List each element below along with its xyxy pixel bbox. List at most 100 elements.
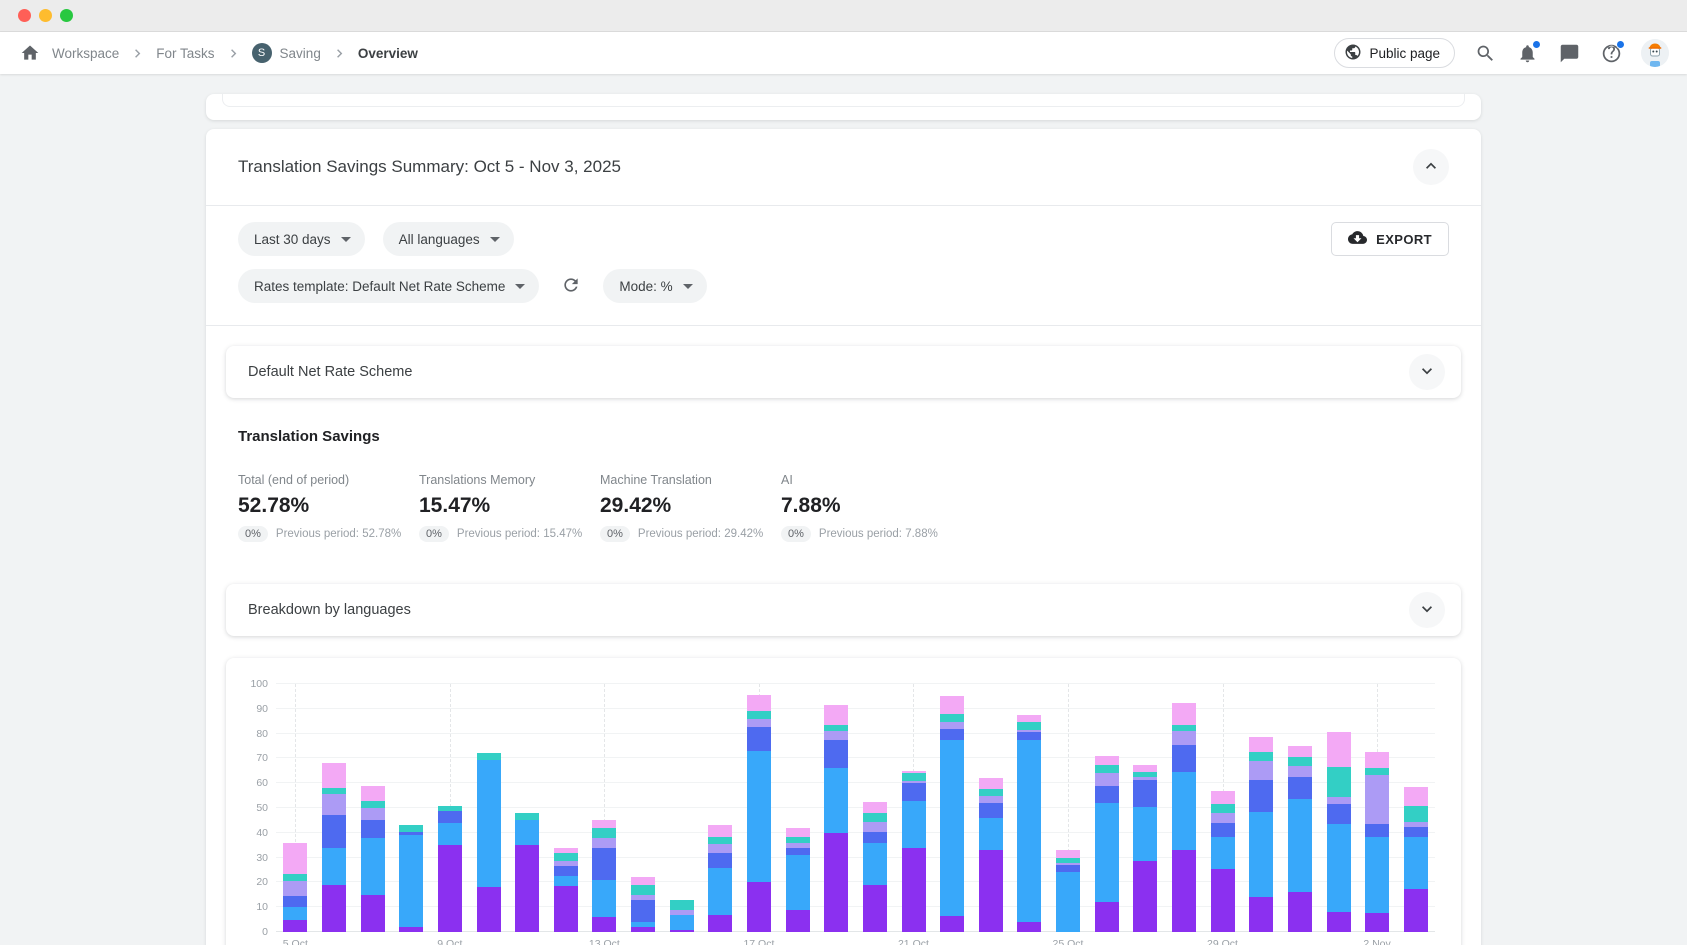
bar-segment[interactable] <box>438 811 462 823</box>
bar-segment[interactable] <box>1327 767 1351 797</box>
bar-segment[interactable] <box>1017 715 1041 722</box>
bar-segment[interactable] <box>1249 897 1273 932</box>
bar-segment[interactable] <box>1288 757 1312 766</box>
chart-bar[interactable] <box>322 763 346 932</box>
bar-segment[interactable] <box>1288 777 1312 799</box>
bar-segment[interactable] <box>708 915 732 932</box>
bar-segment[interactable] <box>554 886 578 932</box>
search-icon[interactable] <box>1473 41 1497 65</box>
bar-segment[interactable] <box>1095 803 1119 902</box>
chart-bar[interactable] <box>1249 737 1273 932</box>
bar-segment[interactable] <box>708 844 732 853</box>
chart-bar[interactable] <box>670 900 694 932</box>
notifications-bell-icon[interactable] <box>1515 41 1539 65</box>
bar-segment[interactable] <box>1211 837 1235 869</box>
bar-segment[interactable] <box>708 837 732 844</box>
bar-segment[interactable] <box>1133 861 1157 932</box>
bar-segment[interactable] <box>824 705 848 725</box>
breadcrumb-saving[interactable]: S Saving <box>252 43 321 63</box>
bar-segment[interactable] <box>670 915 694 930</box>
bar-segment[interactable] <box>824 833 848 932</box>
bar-segment[interactable] <box>824 740 848 769</box>
bar-segment[interactable] <box>940 740 964 916</box>
bar-segment[interactable] <box>438 845 462 932</box>
bar-segment[interactable] <box>1211 791 1235 805</box>
bar-segment[interactable] <box>786 910 810 932</box>
bar-segment[interactable] <box>863 832 887 843</box>
bar-segment[interactable] <box>361 895 385 932</box>
bar-segment[interactable] <box>1056 865 1080 872</box>
bar-segment[interactable] <box>1095 902 1119 932</box>
bar-segment[interactable] <box>979 818 1003 850</box>
bar-segment[interactable] <box>1211 869 1235 932</box>
home-icon[interactable] <box>18 41 42 65</box>
bar-segment[interactable] <box>515 813 539 820</box>
bar-segment[interactable] <box>1172 745 1196 772</box>
chart-bar[interactable] <box>708 825 732 932</box>
bar-segment[interactable] <box>940 916 964 932</box>
bar-segment[interactable] <box>902 773 926 780</box>
expand-rate-scheme-button[interactable] <box>1409 354 1445 390</box>
chart-bar[interactable] <box>1056 850 1080 932</box>
bar-segment[interactable] <box>477 887 501 932</box>
bar-segment[interactable] <box>1404 837 1428 889</box>
bar-segment[interactable] <box>940 696 964 713</box>
bar-segment[interactable] <box>361 820 385 837</box>
breadcrumb-for-tasks[interactable]: For Tasks <box>156 46 214 61</box>
bar-segment[interactable] <box>1095 756 1119 765</box>
bar-segment[interactable] <box>283 881 307 896</box>
bar-segment[interactable] <box>1365 775 1389 825</box>
bar-segment[interactable] <box>1327 797 1351 804</box>
bar-segment[interactable] <box>979 850 1003 932</box>
bar-segment[interactable] <box>515 820 539 845</box>
bar-segment[interactable] <box>515 845 539 932</box>
bar-segment[interactable] <box>1249 737 1273 752</box>
bar-segment[interactable] <box>708 868 732 915</box>
chart-bar[interactable] <box>399 825 423 932</box>
bar-segment[interactable] <box>786 828 810 837</box>
bar-segment[interactable] <box>592 917 616 932</box>
bar-segment[interactable] <box>1327 912 1351 932</box>
bar-segment[interactable] <box>1056 872 1080 932</box>
bar-segment[interactable] <box>592 820 616 827</box>
bar-segment[interactable] <box>631 885 655 895</box>
bar-segment[interactable] <box>283 920 307 932</box>
bar-segment[interactable] <box>979 803 1003 818</box>
bar-segment[interactable] <box>592 880 616 917</box>
bar-segment[interactable] <box>1249 761 1273 780</box>
messages-icon[interactable] <box>1557 41 1581 65</box>
bar-segment[interactable] <box>708 853 732 868</box>
chart-bar[interactable] <box>1095 756 1119 932</box>
bar-segment[interactable] <box>1017 740 1041 922</box>
bar-segment[interactable] <box>361 801 385 808</box>
chart-bar[interactable] <box>1327 732 1351 932</box>
bar-segment[interactable] <box>979 796 1003 803</box>
bar-segment[interactable] <box>1017 732 1041 739</box>
bar-segment[interactable] <box>786 855 810 910</box>
bar-segment[interactable] <box>631 877 655 884</box>
bar-segment[interactable] <box>902 848 926 932</box>
bar-segment[interactable] <box>1249 812 1273 898</box>
bar-segment[interactable] <box>940 714 964 723</box>
bar-segment[interactable] <box>1017 722 1041 729</box>
bar-segment[interactable] <box>747 882 771 932</box>
bar-segment[interactable] <box>554 876 578 886</box>
bar-segment[interactable] <box>863 822 887 832</box>
bar-segment[interactable] <box>1404 806 1428 822</box>
bar-segment[interactable] <box>979 778 1003 789</box>
bar-segment[interactable] <box>477 760 501 888</box>
bar-segment[interactable] <box>1327 804 1351 824</box>
bar-segment[interactable] <box>399 927 423 932</box>
bar-segment[interactable] <box>322 794 346 815</box>
bar-segment[interactable] <box>863 885 887 932</box>
chart-bar[interactable] <box>1172 703 1196 932</box>
chart-bar[interactable] <box>592 820 616 932</box>
chart-bar[interactable] <box>477 753 501 932</box>
bar-segment[interactable] <box>361 838 385 895</box>
chart-bar[interactable] <box>824 705 848 932</box>
bar-segment[interactable] <box>399 835 423 927</box>
bar-segment[interactable] <box>670 930 694 932</box>
bar-segment[interactable] <box>592 828 616 838</box>
chart-bar[interactable] <box>979 778 1003 932</box>
bar-segment[interactable] <box>1288 766 1312 777</box>
